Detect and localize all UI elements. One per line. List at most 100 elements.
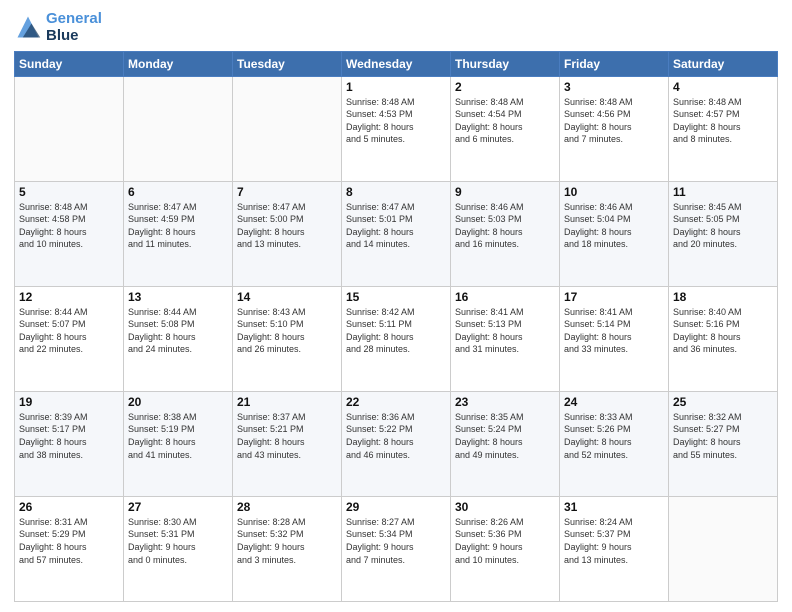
day-number: 16 [455,290,555,304]
day-number: 22 [346,395,446,409]
day-number: 29 [346,500,446,514]
day-number: 28 [237,500,337,514]
header-day-tuesday: Tuesday [233,51,342,76]
calendar-day-8: 8 Sunrise: 8:47 AM Sunset: 5:01 PM Daylig… [342,181,451,286]
calendar-day-15: 15Sunrise: 8:42 AM Sunset: 5:11 PM Dayli… [342,286,451,391]
calendar-week-row: 12 Sunrise: 8:44 AM Sunset: 5:07 PM Dayli… [15,286,778,391]
day-info: Sunrise: 8:24 AM Sunset: 5:37 PM Dayligh… [564,516,664,566]
calendar-day-20: 20Sunrise: 8:38 AM Sunset: 5:19 PM Dayli… [124,391,233,496]
day-number: 6 [128,185,228,199]
calendar-day-6: 6 Sunrise: 8:47 AM Sunset: 4:59 PM Daylig… [124,181,233,286]
day-info: Sunrise: 8:36 AM Sunset: 5:22 PM Dayligh… [346,411,446,461]
calendar-day-12: 12 Sunrise: 8:44 AM Sunset: 5:07 PM Dayli… [15,286,124,391]
day-number: 3 [564,80,664,94]
day-number: 26 [19,500,119,514]
header-day-saturday: Saturday [669,51,778,76]
day-info: Sunrise: 8:47 AM Sunset: 4:59 PM Dayligh… [128,201,228,251]
day-info: Sunrise: 8:33 AM Sunset: 5:26 PM Dayligh… [564,411,664,461]
day-info: Sunrise: 8:41 AM Sunset: 5:13 PM Dayligh… [455,306,555,356]
day-info: Sunrise: 8:41 AM Sunset: 5:14 PM Dayligh… [564,306,664,356]
calendar-day-14: 14 Sunrise: 8:43 AM Sunset: 5:10 PM Dayli… [233,286,342,391]
header-day-sunday: Sunday [15,51,124,76]
day-info: Sunrise: 8:48 AM Sunset: 4:56 PM Dayligh… [564,96,664,146]
day-number: 8 [346,185,446,199]
calendar-day-17: 17Sunrise: 8:41 AM Sunset: 5:14 PM Dayli… [560,286,669,391]
day-info: Sunrise: 8:26 AM Sunset: 5:36 PM Dayligh… [455,516,555,566]
calendar-day-3: 3 Sunrise: 8:48 AM Sunset: 4:56 PM Daylig… [560,76,669,181]
day-number: 21 [237,395,337,409]
day-number: 18 [673,290,773,304]
header: General Blue [14,10,778,45]
day-info: Sunrise: 8:47 AM Sunset: 5:01 PM Dayligh… [346,201,446,251]
logo: General Blue [14,10,102,45]
day-info: Sunrise: 8:48 AM Sunset: 4:53 PM Dayligh… [346,96,446,146]
calendar-day-4: 4 Sunrise: 8:48 AM Sunset: 4:57 PM Daylig… [669,76,778,181]
day-number: 24 [564,395,664,409]
logo-text: General Blue [46,10,102,45]
day-info: Sunrise: 8:43 AM Sunset: 5:10 PM Dayligh… [237,306,337,356]
day-info: Sunrise: 8:42 AM Sunset: 5:11 PM Dayligh… [346,306,446,356]
calendar-day-21: 21 Sunrise: 8:37 AM Sunset: 5:21 PM Dayli… [233,391,342,496]
calendar-day-empty [15,76,124,181]
calendar-day-30: 30 Sunrise: 8:26 AM Sunset: 5:36 PM Dayli… [451,496,560,601]
day-info: Sunrise: 8:44 AM Sunset: 5:08 PM Dayligh… [128,306,228,356]
day-number: 12 [19,290,119,304]
page: General Blue SundayMondayTuesdayWednesda… [0,0,792,612]
day-number: 10 [564,185,664,199]
calendar-day-23: 23 Sunrise: 8:35 AM Sunset: 5:24 PM Dayli… [451,391,560,496]
calendar-day-25: 25 Sunrise: 8:32 AM Sunset: 5:27 PM Dayli… [669,391,778,496]
calendar-day-1: 1 Sunrise: 8:48 AM Sunset: 4:53 PM Daylig… [342,76,451,181]
day-info: Sunrise: 8:48 AM Sunset: 4:57 PM Dayligh… [673,96,773,146]
day-info: Sunrise: 8:31 AM Sunset: 5:29 PM Dayligh… [19,516,119,566]
day-number: 2 [455,80,555,94]
day-number: 23 [455,395,555,409]
calendar-day-19: 19Sunrise: 8:39 AM Sunset: 5:17 PM Dayli… [15,391,124,496]
calendar-day-7: 7Sunrise: 8:47 AM Sunset: 5:00 PM Daylig… [233,181,342,286]
calendar-body: 1 Sunrise: 8:48 AM Sunset: 4:53 PM Daylig… [15,76,778,602]
day-number: 4 [673,80,773,94]
day-info: Sunrise: 8:46 AM Sunset: 5:04 PM Dayligh… [564,201,664,251]
calendar-week-row: 5Sunrise: 8:48 AM Sunset: 4:58 PM Daylig… [15,181,778,286]
calendar-day-31: 31 Sunrise: 8:24 AM Sunset: 5:37 PM Dayli… [560,496,669,601]
day-info: Sunrise: 8:38 AM Sunset: 5:19 PM Dayligh… [128,411,228,461]
day-info: Sunrise: 8:37 AM Sunset: 5:21 PM Dayligh… [237,411,337,461]
calendar-day-24: 24 Sunrise: 8:33 AM Sunset: 5:26 PM Dayli… [560,391,669,496]
calendar-header-row: SundayMondayTuesdayWednesdayThursdayFrid… [15,51,778,76]
day-info: Sunrise: 8:35 AM Sunset: 5:24 PM Dayligh… [455,411,555,461]
day-number: 27 [128,500,228,514]
day-number: 7 [237,185,337,199]
header-day-monday: Monday [124,51,233,76]
calendar-day-22: 22 Sunrise: 8:36 AM Sunset: 5:22 PM Dayli… [342,391,451,496]
calendar-day-13: 13 Sunrise: 8:44 AM Sunset: 5:08 PM Dayli… [124,286,233,391]
day-number: 5 [19,185,119,199]
calendar-day-27: 27Sunrise: 8:30 AM Sunset: 5:31 PM Dayli… [124,496,233,601]
day-number: 1 [346,80,446,94]
day-number: 30 [455,500,555,514]
header-day-wednesday: Wednesday [342,51,451,76]
day-number: 14 [237,290,337,304]
calendar-week-row: 19Sunrise: 8:39 AM Sunset: 5:17 PM Dayli… [15,391,778,496]
calendar-day-9: 9Sunrise: 8:46 AM Sunset: 5:03 PM Daylig… [451,181,560,286]
calendar-week-row: 26 Sunrise: 8:31 AM Sunset: 5:29 PM Dayli… [15,496,778,601]
day-number: 31 [564,500,664,514]
day-number: 13 [128,290,228,304]
day-info: Sunrise: 8:28 AM Sunset: 5:32 PM Dayligh… [237,516,337,566]
day-info: Sunrise: 8:48 AM Sunset: 4:54 PM Dayligh… [455,96,555,146]
calendar-week-row: 1 Sunrise: 8:48 AM Sunset: 4:53 PM Daylig… [15,76,778,181]
header-day-thursday: Thursday [451,51,560,76]
day-info: Sunrise: 8:27 AM Sunset: 5:34 PM Dayligh… [346,516,446,566]
calendar-day-10: 10 Sunrise: 8:46 AM Sunset: 5:04 PM Dayli… [560,181,669,286]
calendar-day-5: 5Sunrise: 8:48 AM Sunset: 4:58 PM Daylig… [15,181,124,286]
calendar-day-26: 26 Sunrise: 8:31 AM Sunset: 5:29 PM Dayli… [15,496,124,601]
day-number: 25 [673,395,773,409]
day-number: 19 [19,395,119,409]
calendar-day-empty [233,76,342,181]
calendar-day-empty [669,496,778,601]
day-info: Sunrise: 8:46 AM Sunset: 5:03 PM Dayligh… [455,201,555,251]
day-info: Sunrise: 8:45 AM Sunset: 5:05 PM Dayligh… [673,201,773,251]
calendar-day-2: 2 Sunrise: 8:48 AM Sunset: 4:54 PM Daylig… [451,76,560,181]
calendar-day-29: 29 Sunrise: 8:27 AM Sunset: 5:34 PM Dayli… [342,496,451,601]
calendar-day-empty [124,76,233,181]
day-info: Sunrise: 8:44 AM Sunset: 5:07 PM Dayligh… [19,306,119,356]
day-info: Sunrise: 8:32 AM Sunset: 5:27 PM Dayligh… [673,411,773,461]
